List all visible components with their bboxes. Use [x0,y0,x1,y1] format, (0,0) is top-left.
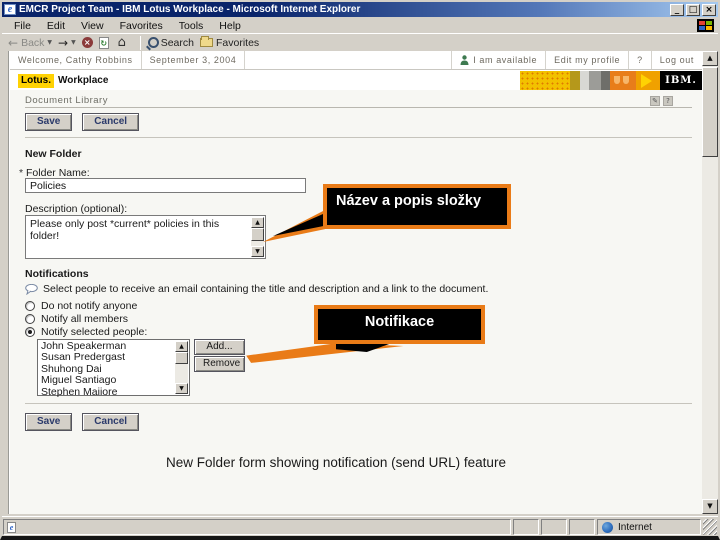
left-gutter [2,51,9,514]
favorites-button[interactable]: Favorites [200,36,259,49]
menu-tools[interactable]: Tools [171,20,212,32]
menu-favorites[interactable]: Favorites [112,20,171,32]
section-help-icon[interactable]: ? [663,96,673,106]
browser-toolbar: ← Back ▼ → ▼ × ↻ ⌂ Search Favorites [2,33,718,51]
required-mark: * [19,167,24,179]
back-arrow-icon: ← [8,35,19,50]
edit-section-icon[interactable]: ✎ [650,96,660,106]
menu-edit[interactable]: Edit [39,20,73,32]
maximize-button[interactable]: □ [686,3,700,16]
windows-logo-icon [697,19,714,32]
menu-view[interactable]: View [73,20,112,32]
decorative-mosaic: IBM. [520,71,702,90]
form-title: New Folder [25,148,82,160]
radio-do-not-notify-label: Do not notify anyone [41,300,138,312]
stop-button[interactable]: × [81,37,93,48]
notifications-hint: Select people to receive an email contai… [43,283,489,295]
form-area: Document Library ✎ ? Save Cancel New Fol… [10,90,702,514]
stop-icon: × [81,37,93,48]
zone-label: Internet [618,521,652,533]
vertical-scrollbar[interactable]: ▲ ▼ [702,51,718,514]
cancel-button-top[interactable]: Cancel [82,113,140,131]
scroll-up-icon[interactable]: ▲ [175,341,188,352]
brand-bar: Lotus. Workplace IBM. [10,71,702,90]
home-icon: ⌂ [117,35,126,50]
menu-file[interactable]: File [6,20,39,32]
list-item[interactable]: Stephen Maiiore [41,386,173,398]
date-text: September 3, 2004 [149,55,237,65]
people-scrollbar[interactable]: ▲ ▼ [175,341,188,394]
description-text: Please only post *current* policies in t… [30,218,220,242]
people-listbox[interactable]: John Speakerman Susan Predergast Shuhong… [37,339,190,398]
back-dropdown-icon[interactable]: ▼ [47,39,52,46]
resize-grip[interactable] [703,519,717,535]
page-main: Welcome, Cathy Robbins September 3, 2004… [10,51,702,514]
search-icon [146,36,159,49]
refresh-button[interactable]: ↻ [98,36,109,49]
radio-notify-all[interactable] [25,314,35,324]
home-button[interactable]: ⌂ [115,35,129,50]
window-title: EMCR Project Team - IBM Lotus Workplace … [19,4,361,15]
back-button[interactable]: ← Back ▼ [8,37,52,49]
callout-folder: Název a popis složky [323,184,511,229]
radio-notify-all-label: Notify all members [41,313,128,325]
edit-profile-link[interactable]: Edit my profile [546,55,628,65]
speech-bubble-icon [25,283,38,295]
scroll-up-icon[interactable]: ▲ [251,217,264,228]
status-bar: e Internet [2,516,718,536]
radio-notify-selected[interactable] [25,327,35,337]
caption: New Folder form showing notification (se… [166,455,506,470]
security-zone-panel: Internet [597,519,701,535]
welcome-bar: Welcome, Cathy Robbins September 3, 2004… [10,51,702,70]
help-link[interactable]: ? [629,55,651,65]
page-body: Welcome, Cathy Robbins September 3, 2004… [2,51,718,514]
description-textarea[interactable]: Please only post *current* policies in t… [25,215,266,259]
forward-dropdown-icon[interactable]: ▼ [71,39,76,46]
add-button[interactable]: Add... [194,339,245,355]
ibm-logo: IBM. [660,71,702,90]
notifications-title: Notifications [25,268,89,280]
favorites-folder-icon [200,36,213,47]
description-label: Description (optional): [25,203,128,215]
scroll-up-icon[interactable]: ▲ [702,51,718,66]
radio-do-not-notify[interactable] [25,301,35,311]
close-button[interactable]: × [702,3,716,16]
section-title: Document Library [25,95,108,106]
radio-notify-selected-label: Notify selected people: [41,326,148,338]
browser-window: e EMCR Project Team - IBM Lotus Workplac… [0,0,720,540]
forward-button[interactable]: → ▼ [58,37,76,49]
scroll-down-icon[interactable]: ▼ [175,383,188,394]
menu-help[interactable]: Help [211,20,249,32]
refresh-icon: ↻ [98,36,109,49]
logout-link[interactable]: Log out [652,55,702,65]
save-button-top[interactable]: Save [25,113,73,131]
scroll-down-icon[interactable]: ▼ [251,246,264,257]
welcome-text: Welcome, Cathy Robbins [18,55,133,65]
search-button[interactable]: Search [146,36,194,49]
globe-icon [602,521,613,533]
toolbar-separator [139,35,141,50]
save-button-bottom[interactable]: Save [25,413,73,431]
titlebar: e EMCR Project Team - IBM Lotus Workplac… [2,2,718,17]
cancel-button-bottom[interactable]: Cancel [82,413,140,431]
list-item[interactable]: Miguel Santiago [41,374,173,386]
scroll-down-icon[interactable]: ▼ [702,499,718,514]
minimize-button[interactable]: _ [670,3,684,16]
person-icon [460,55,469,65]
status-message-panel: e [3,519,511,535]
ie-document-icon: e [7,521,16,533]
ie-app-icon: e [4,4,16,15]
remove-button[interactable]: Remove [194,356,245,372]
callout-notifications: Notifikace [314,305,485,344]
workplace-logo: Workplace [58,75,109,86]
scrollbar-thumb[interactable] [702,67,718,157]
availability-status[interactable]: I am available [452,55,545,65]
forward-arrow-icon: → [58,35,69,50]
description-scrollbar[interactable]: ▲ ▼ [251,217,264,257]
lotus-logo: Lotus. [18,73,54,88]
folder-name-input[interactable] [25,178,306,193]
menu-bar: File Edit View Favorites Tools Help [2,18,718,33]
